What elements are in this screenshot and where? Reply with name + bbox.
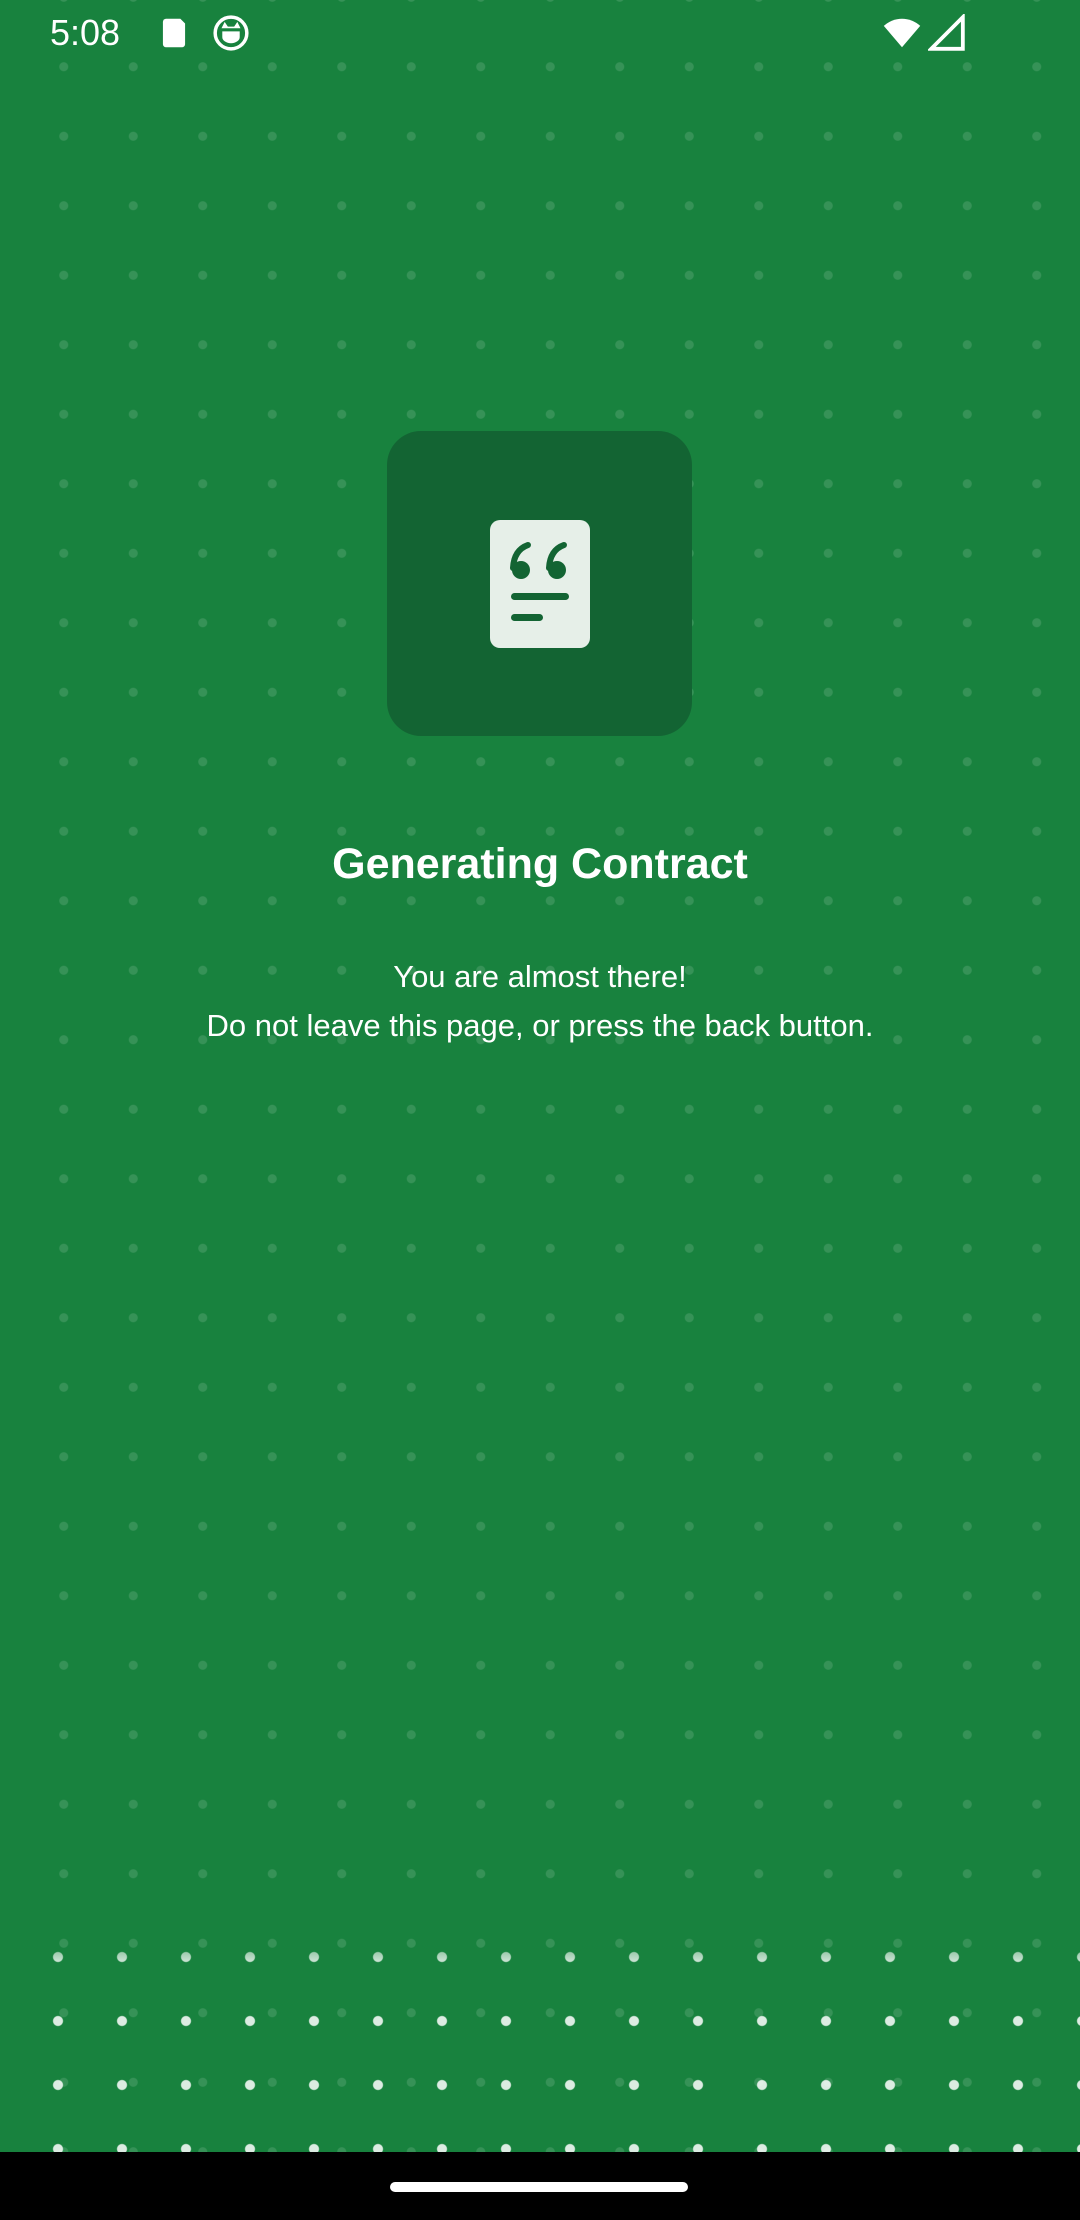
page-title: Generating Contract [332, 840, 748, 888]
signal-icon [928, 14, 965, 51]
loading-dots-animation [0, 1925, 1080, 2152]
subtitle-line-1: You are almost there! [393, 959, 687, 994]
dot-pattern-background [0, 0, 1080, 2152]
home-gesture-handle[interactable] [390, 2182, 688, 2192]
hero-icon-tile [387, 431, 692, 736]
cat-face-icon [213, 15, 249, 51]
status-bar: 5:08 [0, 0, 1080, 66]
page-subtitle: You are almost there! Do not leave this … [0, 952, 1080, 1050]
subtitle-line-2: Do not leave this page, or press the bac… [206, 1008, 874, 1043]
status-time: 5:08 [50, 12, 121, 53]
navigation-bar [0, 2152, 1080, 2220]
wifi-icon [883, 18, 921, 48]
quote-document-icon [490, 520, 590, 648]
sim-card-icon [162, 18, 186, 48]
